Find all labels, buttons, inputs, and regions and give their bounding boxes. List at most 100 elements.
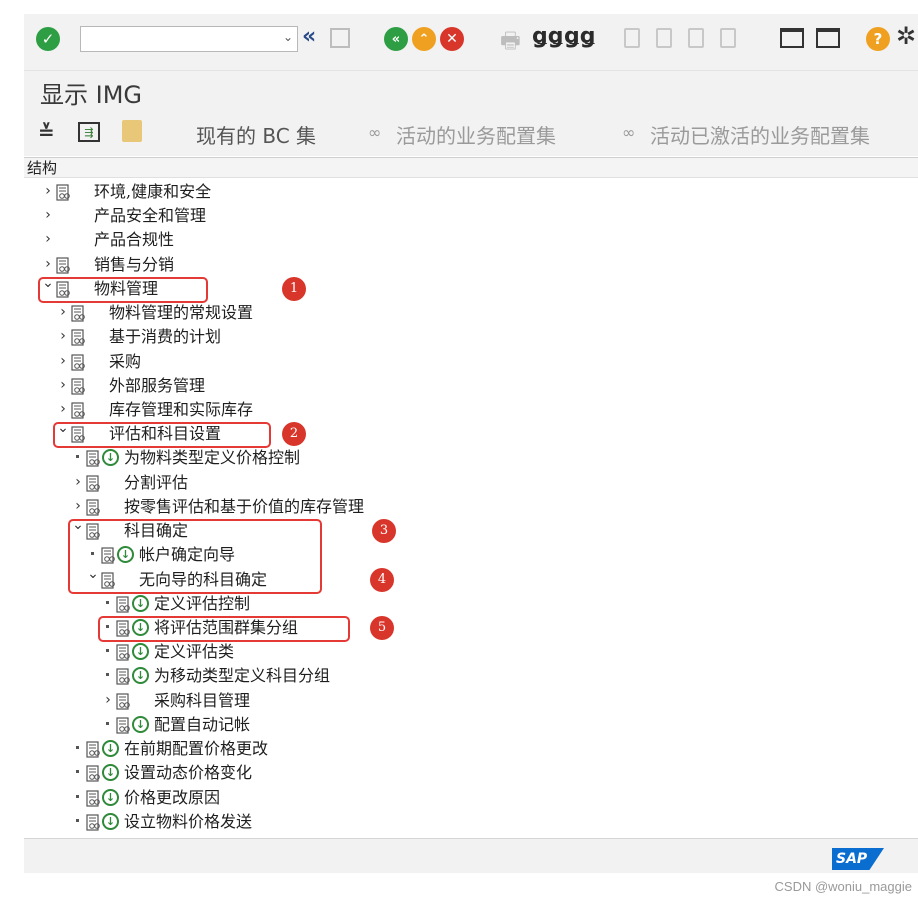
tree-node[interactable]: ↓ 在前期配置价格更改 [24, 738, 904, 762]
collapse-arrow-icon[interactable]: › [57, 328, 69, 344]
tree-node[interactable]: › 采购 [24, 351, 904, 375]
documentation-icon[interactable] [86, 765, 102, 782]
tree-node-label[interactable]: 定义评估类 [154, 641, 234, 663]
tree-node[interactable]: › 环境,健康和安全 [24, 181, 904, 205]
execute-activity-icon[interactable]: ↓ [102, 812, 119, 830]
documentation-icon[interactable] [116, 717, 132, 734]
save-icon[interactable] [330, 28, 350, 48]
documentation-icon[interactable] [56, 257, 72, 274]
existing-bc-sets-button[interactable]: 现有的 BC 集 [196, 120, 316, 149]
collapse-arrow-icon[interactable]: › [42, 256, 54, 272]
last-page-icon[interactable] [720, 28, 736, 48]
documentation-icon[interactable] [86, 499, 102, 516]
documentation-icon[interactable] [56, 184, 72, 201]
back-icon[interactable]: « [302, 24, 316, 49]
documentation-icon[interactable] [71, 378, 87, 395]
execute-activity-icon[interactable]: ↓ [102, 449, 119, 467]
tree-node[interactable]: › 按零售评估和基于价值的库存管理 [24, 496, 904, 520]
collapse-arrow-icon[interactable]: › [57, 353, 69, 369]
tree-node-label[interactable]: 环境,健康和安全 [94, 181, 211, 203]
tree-node[interactable]: › 采购科目管理 [24, 690, 904, 714]
next-page-icon[interactable] [688, 28, 704, 48]
documentation-icon[interactable] [71, 329, 87, 346]
documentation-icon[interactable] [116, 668, 132, 685]
documentation-icon[interactable] [71, 305, 87, 322]
documentation-icon[interactable] [116, 596, 132, 613]
tree-node-label[interactable]: 在前期配置价格更改 [124, 738, 268, 760]
shortcut-icon[interactable] [816, 28, 840, 48]
tree-node-label[interactable]: 按零售评估和基于价值的库存管理 [124, 496, 364, 518]
tree-node-label[interactable]: 价格更改原因 [124, 787, 220, 809]
tree-node[interactable]: ↓ 定义评估控制 [24, 593, 904, 617]
tree-node-label[interactable]: 库存管理和实际库存 [109, 399, 253, 421]
collapse-arrow-icon[interactable]: › [42, 183, 54, 199]
collapse-arrow-icon[interactable]: › [72, 498, 84, 514]
activated-bc-sets-button[interactable]: 活动已激活的业务配置集 [650, 120, 870, 149]
find-next-icon[interactable]: ǥǥ [564, 24, 596, 49]
tree-node-label[interactable]: 设置动态价格变化 [124, 762, 252, 784]
prev-page-icon[interactable] [656, 28, 672, 48]
execute-activity-icon[interactable]: ↓ [102, 764, 119, 782]
tree-node-label[interactable]: 配置自动记帐 [154, 714, 250, 736]
tree-node-label[interactable]: 为移动类型定义科目分组 [154, 665, 330, 687]
documentation-icon[interactable] [86, 741, 102, 758]
tree-node-label[interactable]: 设立物料价格发送 [124, 811, 252, 833]
documentation-icon[interactable] [86, 814, 102, 831]
tree-node[interactable]: › 分割评估 [24, 472, 904, 496]
settings-icon[interactable]: ✲ [896, 22, 916, 50]
documentation-icon[interactable] [86, 789, 102, 807]
clipboard-icon[interactable] [122, 120, 142, 142]
tree-node-label[interactable]: 分割评估 [124, 472, 188, 494]
tree-node[interactable]: › 库存管理和实际库存 [24, 399, 904, 423]
chevron-down-icon[interactable]: ⌄ [283, 30, 293, 44]
execute-activity-icon[interactable]: ↓ [102, 788, 119, 806]
collapse-arrow-icon[interactable]: › [57, 304, 69, 320]
tree-node[interactable]: ↓ 设立物料价格发送 [24, 811, 904, 835]
tree-node[interactable]: › 基于消费的计划 [24, 326, 904, 350]
tree-node-label[interactable]: 产品合规性 [94, 229, 174, 251]
tree-node-label[interactable]: 定义评估控制 [154, 593, 250, 615]
execute-activity-icon[interactable]: ↓ [132, 594, 149, 612]
tree-node-label[interactable]: 为物料类型定义价格控制 [124, 447, 300, 469]
first-page-icon[interactable] [624, 28, 640, 48]
tree-node[interactable]: › 外部服务管理 [24, 375, 904, 399]
execute-activity-icon[interactable]: ↓ [132, 643, 149, 661]
tree-node-label[interactable]: 销售与分销 [94, 254, 174, 276]
documentation-icon[interactable] [116, 693, 132, 710]
expand-all-icon[interactable]: ≚ [38, 120, 55, 144]
active-bc-sets-button[interactable]: 活动的业务配置集 [396, 120, 556, 149]
tree-node[interactable]: ↓ 配置自动记帐 [24, 714, 904, 738]
collapse-arrow-icon[interactable]: › [42, 207, 54, 223]
documentation-icon[interactable] [86, 475, 102, 492]
command-field[interactable]: ⌄ [80, 26, 298, 52]
collapse-arrow-icon[interactable]: › [72, 474, 84, 490]
nav-exit-icon[interactable]: ⌃ [412, 27, 436, 51]
documentation-icon[interactable] [71, 353, 87, 371]
documentation-icon[interactable] [116, 644, 132, 661]
print-icon[interactable]: 🖶 [500, 24, 521, 62]
documentation-icon[interactable] [86, 450, 102, 468]
help-icon[interactable]: ? [866, 27, 890, 51]
find-icon[interactable]: ǥǥ [532, 24, 564, 49]
tree-node-label[interactable]: 产品安全和管理 [94, 205, 206, 227]
nav-back-icon[interactable]: « [384, 27, 408, 51]
documentation-icon[interactable] [71, 402, 87, 419]
tree-node-label[interactable]: 外部服务管理 [109, 375, 205, 397]
enter-icon[interactable]: ✓ [36, 27, 60, 51]
tree-node[interactable]: › 销售与分销 [24, 254, 904, 278]
collapse-arrow-icon[interactable]: › [42, 231, 54, 247]
collapse-arrow-icon[interactable]: › [57, 377, 69, 393]
execute-activity-icon[interactable]: ↓ [132, 667, 149, 685]
tree-node-label[interactable]: 采购 [109, 351, 141, 373]
glasses-icon[interactable]: ∞ [622, 123, 635, 142]
tree-node[interactable]: ↓ 设置动态价格变化 [24, 762, 904, 786]
tree-node[interactable]: ↓ 价格更改原因 [24, 787, 904, 811]
collapse-arrow-icon[interactable]: › [57, 401, 69, 417]
collapse-arrow-icon[interactable]: › [102, 692, 114, 708]
new-session-icon[interactable] [780, 28, 804, 48]
structure-icon[interactable]: ⇶ [78, 122, 100, 142]
tree-node-label[interactable]: 采购科目管理 [154, 690, 250, 712]
glasses-icon[interactable]: ∞ [368, 123, 381, 142]
execute-activity-icon[interactable]: ↓ [132, 715, 149, 733]
tree-node[interactable]: ↓ 为移动类型定义科目分组 [24, 665, 904, 689]
